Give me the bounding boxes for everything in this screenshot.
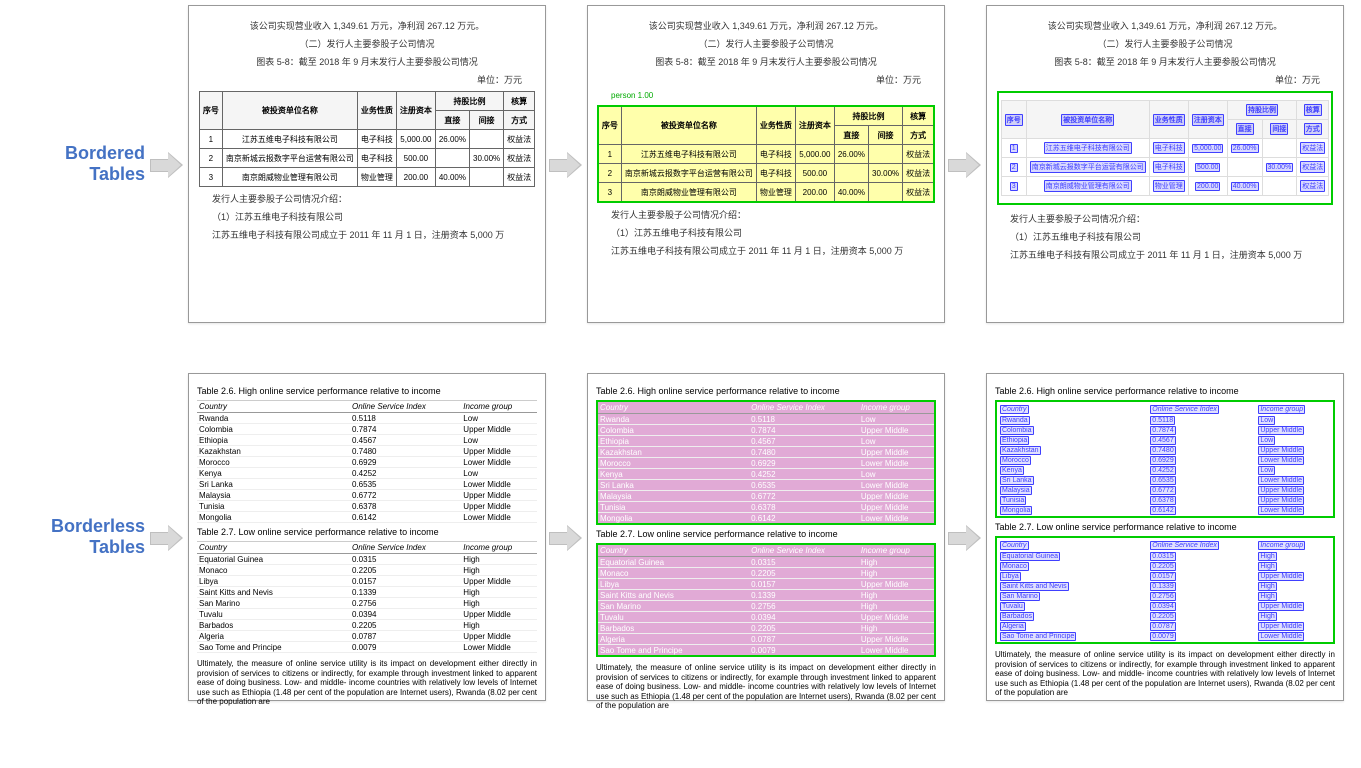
text: 发行人主要参股子公司情况介绍：: [611, 208, 936, 221]
bordered-table: 序号被投资单位名称业务性质注册资本持股比例核算 直接间接方式 1江苏五维电子科技…: [1001, 100, 1330, 196]
text: 单位：万元: [995, 73, 1320, 86]
bordered-label: Bordered Tables: [10, 143, 150, 185]
arrow-icon: [549, 152, 584, 177]
bordered-panel-cells: 该公司实现营业收入 1,349.61 万元，净利润 267.12 万元。 （二）…: [986, 5, 1344, 323]
borderless-table: CountryOnline Service IndexIncome groupE…: [596, 543, 936, 657]
text: 单位：万元: [596, 73, 921, 86]
arrow-icon: [150, 525, 185, 550]
table-caption: Table 2.7. Low online service performanc…: [197, 527, 537, 537]
borderless-table: CountryOnline Service IndexIncome groupE…: [197, 541, 537, 653]
arrow-icon: [150, 152, 185, 177]
text: 江苏五维电子科技有限公司成立于 2011 年 11 月 1 日，注册资本 5,0…: [1010, 248, 1335, 261]
table-outline: CountryOnline Service IndexIncome groupE…: [995, 536, 1335, 644]
arrow-icon: [948, 525, 983, 550]
text: 发行人主要参股子公司情况介绍：: [212, 192, 537, 205]
text: 该公司实现营业收入 1,349.61 万元，净利润 267.12 万元。: [197, 19, 537, 32]
table-caption: Table 2.6. High online service performan…: [197, 386, 537, 396]
text: 发行人主要参股子公司情况介绍：: [1010, 212, 1335, 225]
text: （二）发行人主要参股子公司情况: [596, 37, 936, 50]
bordered-row: Bordered Tables 该公司实现营业收入 1,349.61 万元，净利…: [0, 0, 1361, 328]
text: 江苏五维电子科技有限公司成立于 2011 年 11 月 1 日，注册资本 5,0…: [611, 244, 936, 257]
arrow-icon: [549, 525, 584, 550]
borderless-label: Borderless Tables: [10, 516, 150, 558]
text: 图表 5-8：截至 2018 年 9 月末发行人主要参股公司情况: [596, 55, 936, 68]
text: 该公司实现营业收入 1,349.61 万元，净利润 267.12 万元。: [995, 19, 1335, 32]
text: 该公司实现营业收入 1,349.61 万元，净利润 267.12 万元。: [596, 19, 936, 32]
table-caption: Table 2.7. Low online service performanc…: [995, 522, 1335, 532]
bordered-table: 序号被投资单位名称业务性质注册资本持股比例核算 直接间接方式 1江苏五维电子科技…: [199, 91, 535, 187]
borderless-panel-original: Table 2.6. High online service performan…: [188, 373, 546, 701]
text: （1）江苏五维电子科技有限公司: [611, 226, 936, 239]
text: （二）发行人主要参股子公司情况: [995, 37, 1335, 50]
text: （1）江苏五维电子科技有限公司: [1010, 230, 1335, 243]
paragraph: Ultimately, the measure of online servic…: [596, 663, 936, 711]
paragraph: Ultimately, the measure of online servic…: [197, 659, 537, 707]
bordered-panel-original: 该公司实现营业收入 1,349.61 万元，净利润 267.12 万元。 （二）…: [188, 5, 546, 323]
text: 图表 5-8：截至 2018 年 9 月末发行人主要参股公司情况: [995, 55, 1335, 68]
text: （1）江苏五维电子科技有限公司: [212, 210, 537, 223]
borderless-panel-cells: Table 2.6. High online service performan…: [986, 373, 1344, 701]
text: （二）发行人主要参股子公司情况: [197, 37, 537, 50]
table-outline: CountryOnline Service IndexIncome groupR…: [995, 400, 1335, 518]
table-caption: Table 2.6. High online service performan…: [995, 386, 1335, 396]
borderless-table: CountryOnline Service IndexIncome groupR…: [596, 400, 936, 525]
text: 江苏五维电子科技有限公司成立于 2011 年 11 月 1 日，注册资本 5,0…: [212, 228, 537, 241]
text: 单位：万元: [197, 73, 522, 86]
text: 图表 5-8：截至 2018 年 9 月末发行人主要参股公司情况: [197, 55, 537, 68]
borderless-table: CountryOnline Service IndexIncome groupR…: [197, 400, 537, 523]
table-caption: Table 2.7. Low online service performanc…: [596, 529, 936, 539]
arrow-icon: [948, 152, 983, 177]
table-caption: Table 2.6. High online service performan…: [596, 386, 936, 396]
bordered-table: 序号被投资单位名称业务性质注册资本持股比例核算 直接间接方式 1江苏五维电子科技…: [597, 105, 935, 203]
table-outline: 序号被投资单位名称业务性质注册资本持股比例核算 直接间接方式 1江苏五维电子科技…: [997, 91, 1334, 205]
borderless-row: Borderless Tables Table 2.6. High online…: [0, 368, 1361, 706]
paragraph: Ultimately, the measure of online servic…: [995, 650, 1335, 698]
bordered-panel-segmented: 该公司实现营业收入 1,349.61 万元，净利润 267.12 万元。 （二）…: [587, 5, 945, 323]
segmentation-label: person 1.00: [611, 91, 936, 100]
borderless-panel-segmented: Table 2.6. High online service performan…: [587, 373, 945, 701]
